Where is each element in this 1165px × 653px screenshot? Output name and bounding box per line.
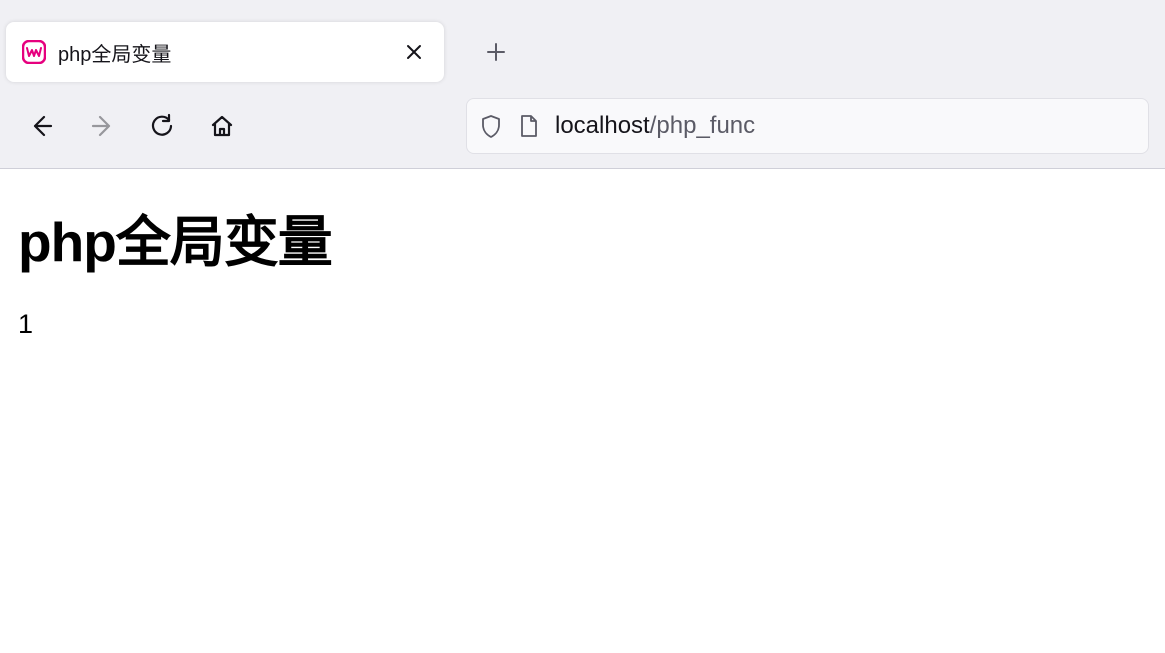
address-bar-wrapper: localhost/php_func	[466, 98, 1149, 154]
wamp-icon	[22, 40, 46, 64]
forward-button[interactable]	[76, 100, 128, 152]
url-path: /php_func	[650, 112, 755, 140]
shield-icon[interactable]	[479, 114, 503, 138]
page-icon	[517, 114, 541, 138]
address-bar[interactable]: localhost/php_func	[466, 98, 1149, 154]
new-tab-button[interactable]	[474, 30, 518, 74]
home-button[interactable]	[196, 100, 248, 152]
reload-button[interactable]	[136, 100, 188, 152]
back-button[interactable]	[16, 100, 68, 152]
toolbar: localhost/php_func	[0, 84, 1165, 168]
tab-title: php全局变量	[58, 38, 388, 67]
page-body-text: 1	[18, 309, 1147, 340]
close-icon[interactable]	[400, 38, 428, 66]
url-text: localhost/php_func	[555, 112, 755, 140]
page-heading: php全局变量	[18, 197, 1147, 277]
page-content: php全局变量 1	[0, 169, 1165, 368]
url-host: localhost	[555, 112, 650, 140]
tab-strip: php全局变量	[0, 0, 1165, 84]
browser-chrome: php全局变量	[0, 0, 1165, 169]
browser-tab[interactable]: php全局变量	[6, 22, 444, 82]
